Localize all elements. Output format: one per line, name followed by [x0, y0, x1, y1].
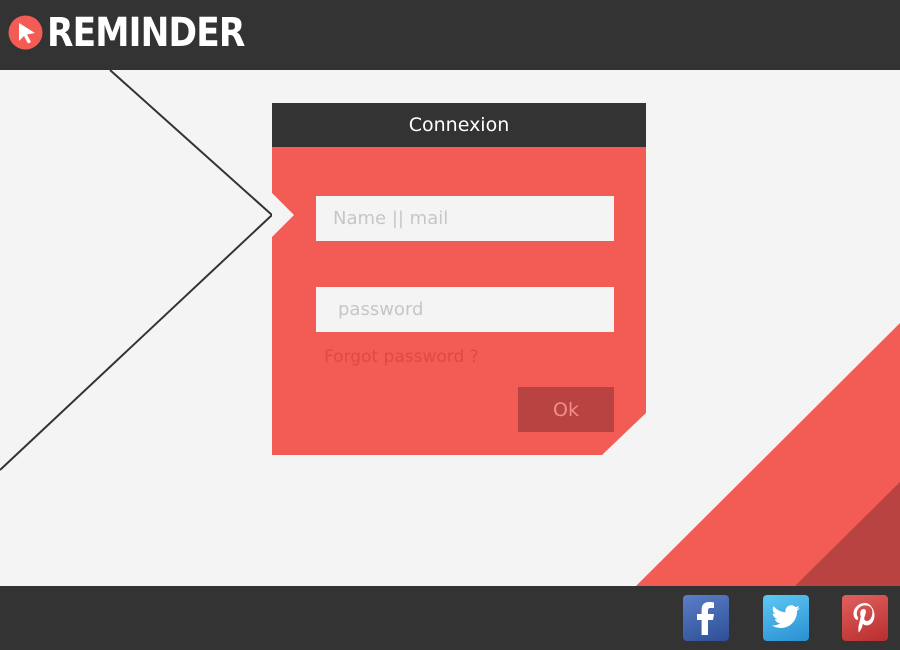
login-card: Connexion Forgot password ? Ok: [272, 103, 646, 455]
logo-text[interactable]: REMINDER: [47, 10, 245, 56]
password-input[interactable]: [316, 287, 614, 332]
play-cursor-icon: [8, 15, 43, 50]
facebook-icon[interactable]: [683, 595, 729, 641]
username-input[interactable]: [316, 196, 614, 241]
twitter-icon[interactable]: [763, 595, 809, 641]
chevron-line: [0, 70, 274, 471]
login-title: Connexion: [272, 103, 646, 147]
ok-button[interactable]: Ok: [518, 387, 614, 432]
forgot-password-link[interactable]: Forgot password ?: [324, 347, 479, 367]
footer: [0, 586, 900, 650]
top-header: REMINDER: [0, 0, 900, 70]
pinterest-icon[interactable]: [842, 595, 888, 641]
